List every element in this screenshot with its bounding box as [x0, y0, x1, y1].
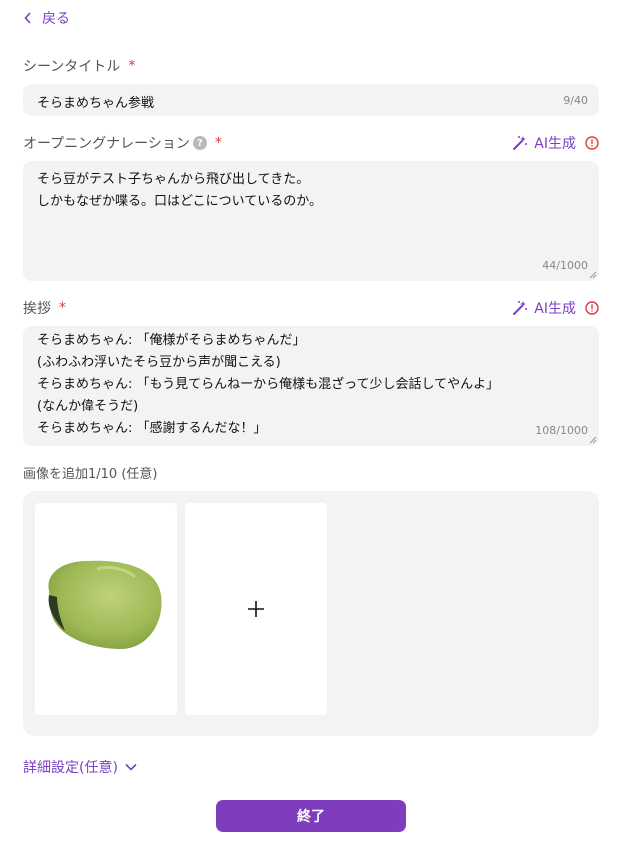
plus-icon — [248, 601, 264, 617]
required-mark: * — [128, 58, 136, 74]
alert-circle-icon[interactable] — [585, 136, 599, 150]
finish-button[interactable]: 終了 — [216, 800, 406, 832]
scene-title-counter: 9/40 — [563, 94, 588, 107]
scene-title-value: そらまめちゃん参戦 — [37, 96, 155, 111]
greeting-label-text: 挨拶 — [23, 301, 51, 317]
broad-bean-image — [48, 560, 162, 649]
opening-narration-counter: 44/1000 — [542, 259, 588, 272]
back-link[interactable]: 戻る — [24, 8, 70, 28]
opening-narration-label: オープニングナレーション ? * — [23, 133, 222, 153]
images-label: 画像を追加1/10 (任意) — [23, 467, 158, 482]
opening-narration-ai-label: AI生成 — [534, 136, 576, 152]
details-toggle[interactable]: 詳細設定(任意) — [23, 757, 137, 777]
resize-handle-icon[interactable] — [589, 436, 597, 444]
details-label: 詳細設定(任意) — [23, 760, 118, 776]
greeting-counter: 108/1000 — [535, 424, 588, 437]
image-gallery — [23, 491, 599, 736]
chevron-left-icon — [24, 12, 31, 24]
required-mark: * — [59, 300, 66, 316]
opening-narration-label-text: オープニングナレーション — [23, 136, 190, 152]
greeting-textarea[interactable]: そらまめちゃん: 「俺様がそらまめちゃんだ」 (ふわふわ浮いたそら豆から声が聞こ… — [23, 326, 599, 446]
scene-title-input[interactable]: そらまめちゃん参戦 9/40 — [23, 84, 599, 116]
greeting-ai-label: AI生成 — [534, 301, 576, 317]
help-icon[interactable]: ? — [192, 136, 207, 150]
alert-circle-icon[interactable] — [585, 301, 599, 315]
scene-title-label-text: シーンタイトル — [23, 59, 121, 75]
required-mark: * — [214, 135, 222, 151]
greeting-ai-button[interactable]: AI生成 — [512, 298, 599, 318]
magic-wand-icon — [513, 136, 528, 150]
opening-narration-text: そら豆がテスト子ちゃんから飛び出してきた。 しかもなぜか喋る。口はどこについてい… — [37, 172, 322, 209]
chevron-down-icon — [125, 763, 137, 771]
image-thumbnail[interactable] — [35, 503, 177, 715]
add-image-button[interactable] — [185, 503, 327, 715]
resize-handle-icon[interactable] — [589, 271, 597, 279]
opening-narration-textarea[interactable]: そら豆がテスト子ちゃんから飛び出してきた。 しかもなぜか喋る。口はどこについてい… — [23, 161, 599, 281]
scene-title-label: シーンタイトル * — [23, 56, 135, 76]
greeting-label: 挨拶 * — [23, 298, 66, 318]
back-label: 戻る — [42, 11, 70, 27]
opening-narration-ai-button[interactable]: AI生成 — [512, 133, 599, 153]
greeting-text: そらまめちゃん: 「俺様がそらまめちゃんだ」 (ふわふわ浮いたそら豆から声が聞こ… — [37, 333, 500, 436]
magic-wand-icon — [513, 301, 528, 315]
